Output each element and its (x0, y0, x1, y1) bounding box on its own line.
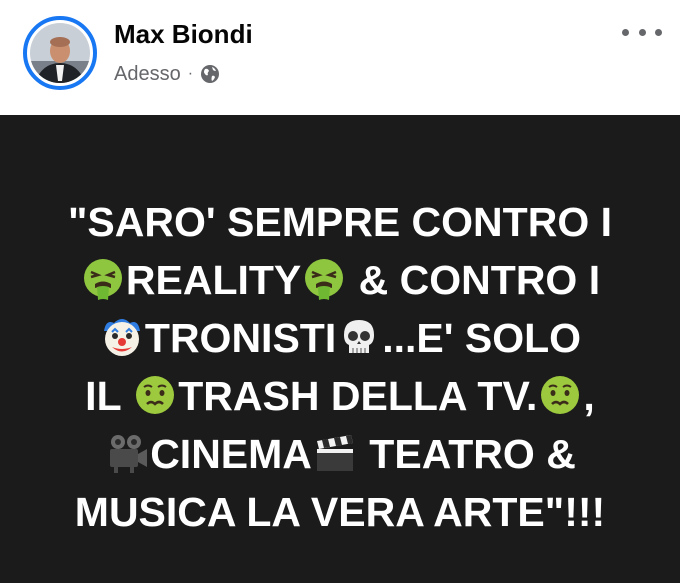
quote-line-1-text: "SARO' SEMPRE CONTRO I (67, 199, 612, 245)
post-header: Max Biondi Adesso · (0, 0, 680, 115)
skull-icon (344, 320, 375, 353)
post-image[interactable]: "SARO' SEMPRE CONTRO I REALITY & CONTRO … (0, 115, 680, 583)
vomiting-face-icon (83, 259, 122, 300)
quote-line-4a-text: IL (85, 373, 133, 419)
quote-line-1: "SARO' SEMPRE CONTRO I (30, 193, 650, 251)
quote-line-5b-text: TEATRO & (357, 431, 576, 477)
more-options-icon[interactable] (622, 22, 662, 42)
post-timestamp[interactable]: Adesso (114, 63, 181, 86)
quote-line-5a-text: CINEMA (150, 431, 312, 477)
quote-line-4b-text: TRASH DELLA TV. (178, 373, 538, 419)
quote-line-6: MUSICA LA VERA ARTE"!!! (30, 483, 650, 541)
globe-icon[interactable] (200, 64, 220, 84)
clapper-board-icon (316, 435, 353, 471)
meta-separator: · (187, 65, 194, 82)
quote-line-2b-text: & CONTRO I (347, 257, 601, 303)
post-meta: Adesso · (114, 60, 220, 88)
more-dot (638, 28, 646, 36)
quote-text: "SARO' SEMPRE CONTRO I REALITY & CONTRO … (30, 193, 650, 541)
facebook-post: Max Biondi Adesso · "SARO' SEMPRE CONTRO… (0, 0, 680, 583)
quote-line-6-text: MUSICA LA VERA ARTE"!!! (74, 489, 606, 535)
avatar-photo (30, 23, 90, 83)
quote-line-4: IL TRASH DELLA TV. , (30, 367, 650, 425)
quote-line-5: CINEMA TEATRO & (30, 425, 650, 483)
quote-line-4c-text: , (583, 373, 595, 419)
quote-line-2: REALITY & CONTRO I (30, 251, 650, 309)
more-dot (655, 28, 662, 36)
author-name[interactable]: Max Biondi (114, 18, 253, 50)
movie-camera-icon (110, 435, 148, 473)
vomiting-face-icon (305, 259, 344, 300)
clown-face-icon (103, 319, 140, 356)
avatar[interactable] (23, 16, 97, 90)
nauseated-face-icon (136, 376, 175, 414)
quote-line-3a-text: TRONISTI (144, 315, 337, 361)
nauseated-face-icon (541, 376, 580, 414)
quote-line-2a-text: REALITY (125, 257, 302, 303)
quote-line-3: TRONISTI ...E' SOLO (30, 309, 650, 367)
quote-line-3b-text: ...E' SOLO (382, 315, 582, 361)
more-dot (622, 28, 629, 36)
